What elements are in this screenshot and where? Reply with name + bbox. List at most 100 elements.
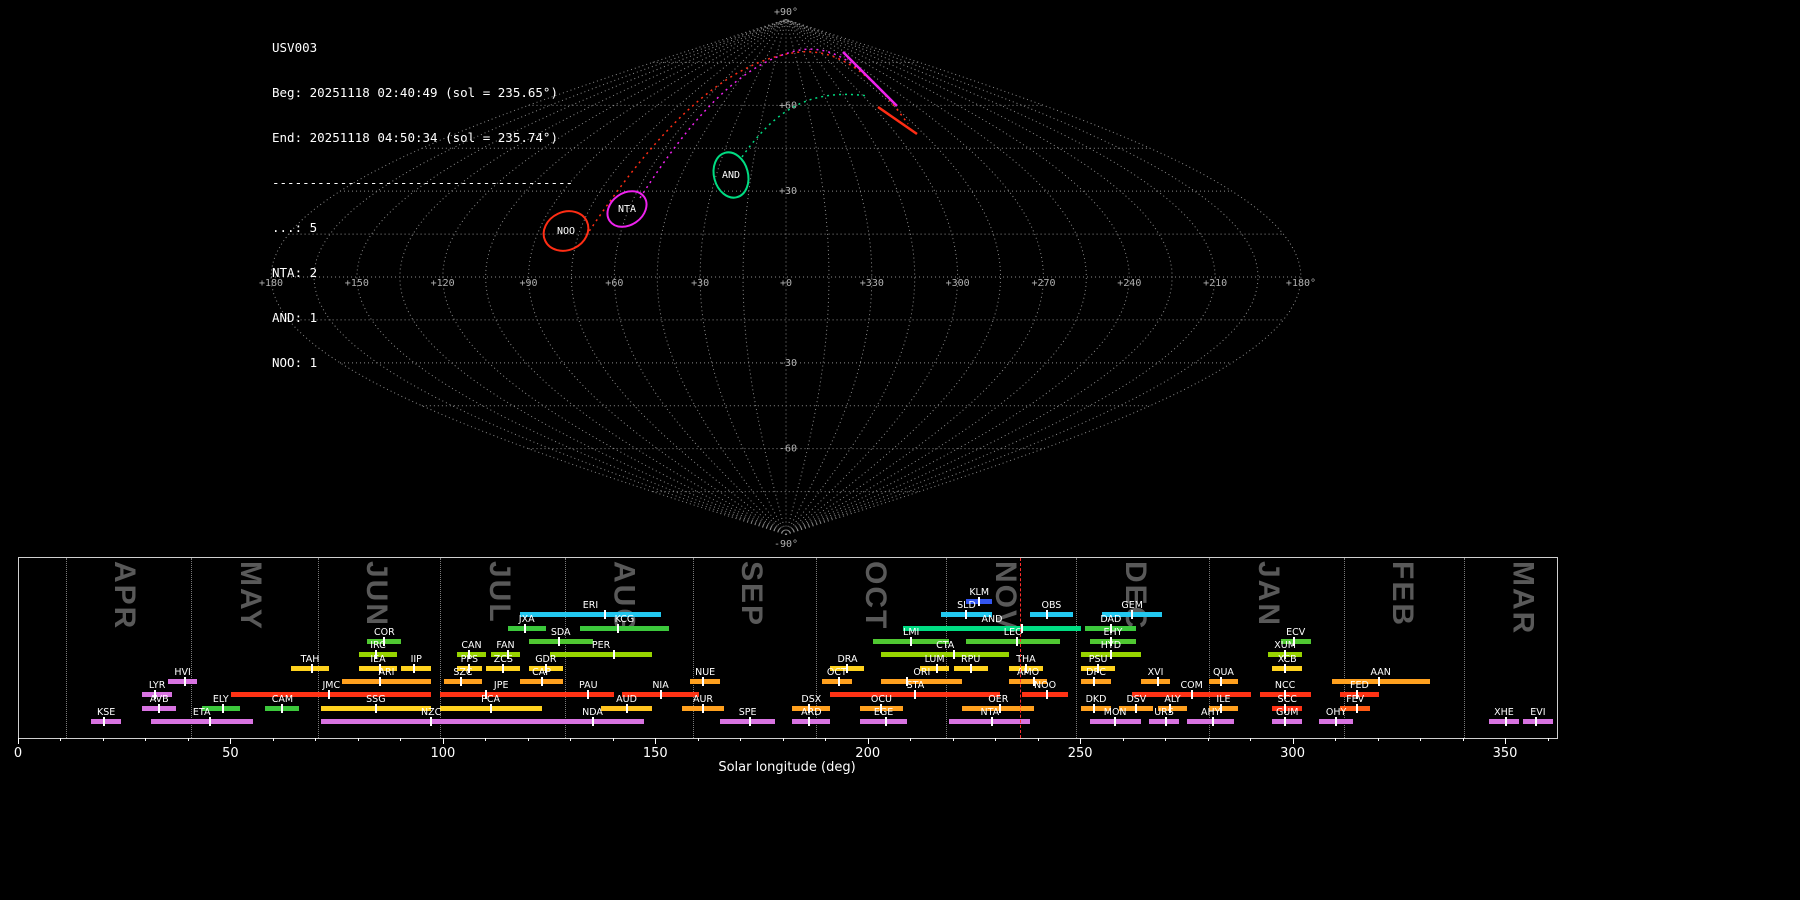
shower-label-aan: AAN [1370, 667, 1390, 678]
x-axis-tick [740, 738, 741, 741]
x-axis-tick [103, 738, 104, 741]
pole-label-south: -90° [774, 539, 798, 550]
shower-peak-marker-hyd [1110, 650, 1112, 659]
shower-label-sld: SLD [957, 600, 976, 611]
station-id: USV003 [272, 40, 573, 55]
shower-label-pau: PAU [579, 680, 598, 691]
shower-bar-ard [792, 719, 830, 724]
x-axis-tick [145, 738, 146, 741]
x-axis-tick [783, 738, 784, 741]
shower-peak-marker-xhe [1505, 717, 1507, 726]
shower-bar-oct [822, 679, 852, 684]
x-axis-tick [1548, 738, 1549, 741]
shower-label-hvi: HVI [174, 667, 190, 678]
shower-peak-marker-eta [209, 717, 211, 726]
shower-bar-cta [881, 652, 1008, 657]
latitude-label: -60 [779, 444, 797, 455]
shower-label-ile: ILE [1216, 694, 1230, 705]
shower-label-ecv: ECV [1286, 627, 1305, 638]
shower-peak-marker-ssg [375, 704, 377, 713]
shower-label-iea: IEA [370, 654, 385, 665]
x-axis-tick [273, 738, 274, 741]
x-axis-tick [613, 738, 614, 741]
shower-peak-marker-kcg [617, 624, 619, 633]
shower-label-com: COM [1180, 680, 1202, 691]
current-solar-longitude-line [1020, 558, 1021, 738]
shower-peak-marker-spe [749, 717, 751, 726]
shower-bar-sda [529, 639, 593, 644]
shower-label-avb: AVB [150, 694, 169, 705]
shower-label-pps: PPS [461, 654, 479, 665]
shower-bar-nue [690, 679, 720, 684]
shower-bar-urs [1149, 719, 1179, 724]
shower-label-eri: ERI [583, 600, 598, 611]
x-axis-tick [1335, 738, 1336, 741]
x-axis-tick [528, 738, 529, 741]
shower-peak-marker-hvi [184, 677, 186, 686]
month-label-dec: DEC [1118, 561, 1152, 630]
x-axis-tick [443, 738, 444, 744]
x-axis-tick [358, 738, 359, 741]
shower-label-gdr: GDR [535, 654, 556, 665]
shower-bar-and [903, 626, 1081, 631]
shower-peak-marker-nia [660, 690, 662, 699]
shower-peak-marker-noo [1046, 690, 1048, 699]
shower-label-ocu: OCU [871, 694, 892, 705]
shower-bar-evi [1523, 719, 1553, 724]
month-boundary-line [1076, 558, 1077, 738]
shower-label-rpu: RPU [961, 654, 980, 665]
shower-label-aur: AUR [693, 694, 713, 705]
shower-label-kcg: KCG [615, 614, 635, 625]
month-boundary-line [565, 558, 566, 738]
grid-meridian [786, 20, 872, 535]
equator-longitude-label: +240 [1117, 278, 1141, 289]
shower-label-dra: DRA [837, 654, 857, 665]
month-label-jan: JAN [1251, 561, 1285, 627]
shower-peak-marker-avb [158, 704, 160, 713]
shower-peak-marker-obs [1046, 610, 1048, 619]
shower-label-sta: STA [907, 680, 925, 691]
x-axis-tick [1038, 738, 1039, 741]
shower-label-lum: LUM [925, 654, 945, 665]
shower-label-aly: ALY [1164, 694, 1180, 705]
equator-longitude-label: +30 [691, 278, 709, 289]
month-label-may: MAY [233, 561, 267, 631]
shower-peak-marker-aan [1378, 677, 1380, 686]
shower-label-zcs: ZCS [494, 654, 513, 665]
x-axis-tick [315, 738, 316, 741]
shower-label-hyd: HYD [1101, 640, 1121, 651]
count-noo: NOO: 1 [272, 355, 573, 370]
shower-bar-qua [1209, 679, 1239, 684]
shower-bar-eta [151, 719, 253, 724]
shower-label-spe: SPE [739, 707, 757, 718]
x-axis-tick [910, 738, 911, 741]
activity-timeline-panel: APRMAYJUNJULAUGSEPOCTNOVDECJANFEBMARKLME… [18, 557, 1558, 739]
begin-time: Beg: 20251118 02:40:49 (sol = 235.65°) [272, 85, 573, 100]
shower-label-dad: DAD [1100, 614, 1121, 625]
shower-peak-marker-gem [1131, 610, 1133, 619]
x-axis-tick [1505, 738, 1506, 744]
grid-meridian [786, 20, 1129, 535]
shower-peak-marker-kse [103, 717, 105, 726]
pole-label-north: +90° [774, 7, 798, 18]
shower-peak-marker-ari [379, 677, 381, 686]
x-axis-tick-label: 150 [643, 746, 668, 761]
shower-label-obs: OBS [1041, 600, 1061, 611]
shower-label-aud: AUD [616, 694, 637, 705]
x-axis-tick [825, 738, 826, 741]
shower-peak-marker-lum [936, 664, 938, 673]
shower-label-xvi: XVI [1148, 667, 1164, 678]
shower-bar-eri [520, 612, 660, 617]
shower-label-gum: GUM [1276, 707, 1299, 718]
latitude-label: -30 [779, 358, 797, 369]
x-axis-tick [1080, 738, 1081, 744]
shower-label-urs: URS [1154, 707, 1174, 718]
shower-peak-marker-sda [558, 637, 560, 646]
x-axis-tick [655, 738, 656, 744]
shower-bar-gum [1272, 719, 1302, 724]
shower-peak-marker-ard [808, 717, 810, 726]
equator-longitude-label: +210 [1203, 278, 1227, 289]
shower-label-dsx: DSX [801, 694, 821, 705]
shower-peak-marker-ile [1220, 704, 1222, 713]
shower-label-ard: ARD [801, 707, 821, 718]
